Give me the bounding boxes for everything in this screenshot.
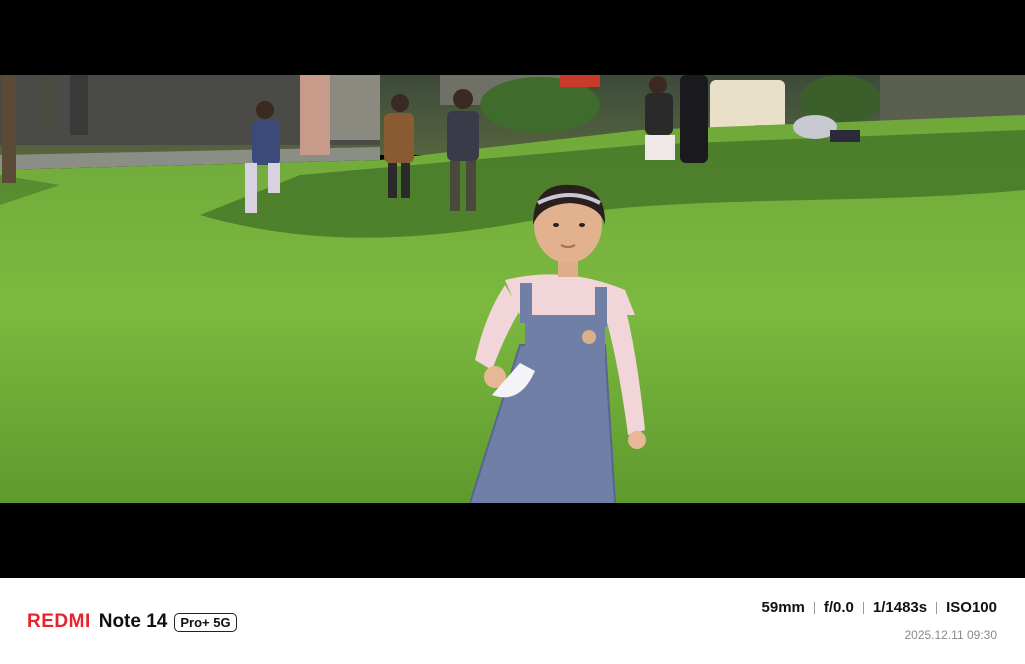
brand-logo: REDMI: [27, 611, 91, 632]
focal-length: 59mm: [761, 599, 805, 616]
capture-datetime: 2025.12.11 09:30: [904, 628, 997, 642]
separator: [813, 601, 815, 614]
iso: ISO100: [946, 599, 997, 616]
child-bg-5: [680, 75, 708, 163]
separator: [862, 601, 864, 614]
photo: [0, 75, 1025, 503]
separator: [936, 601, 938, 614]
photo-scene: [0, 75, 1025, 503]
model-name: Note 14: [98, 611, 168, 632]
tree-trunk: [2, 75, 16, 183]
photo-frame: [0, 0, 1025, 578]
aperture: f/0.0: [823, 599, 854, 616]
exif-info: 59mm f/0.0 1/1483s ISO100: [762, 599, 997, 616]
shutter-speed: 1/1483s: [872, 599, 928, 616]
camera-brand: REDMI Note 14 Pro+ 5G: [27, 610, 237, 634]
model-badge: Pro+ 5G: [174, 612, 237, 632]
